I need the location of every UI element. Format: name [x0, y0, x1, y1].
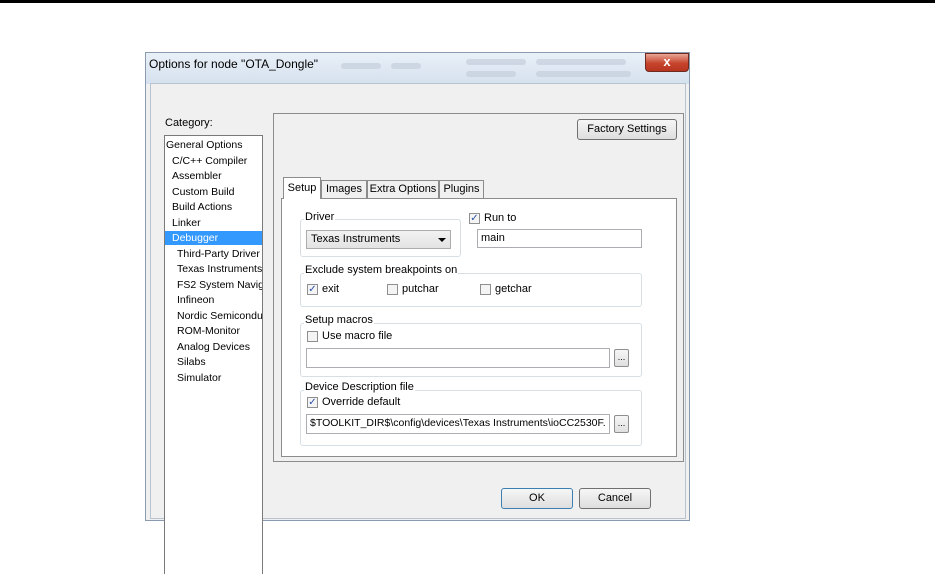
exit-checkbox[interactable]: ✓ — [307, 284, 318, 295]
device-description-group-label: Device Description file — [304, 381, 415, 393]
run-to-label: Run to — [484, 212, 517, 224]
ddf-browse-button[interactable]: ... — [614, 415, 629, 433]
override-default-checkbox[interactable]: ✓ — [307, 397, 318, 408]
background-blur — [466, 71, 516, 77]
title-bar[interactable]: Options for node "OTA_Dongle" x — [146, 53, 689, 84]
ok-button[interactable]: OK — [501, 488, 573, 509]
tab-images[interactable]: Images — [321, 180, 367, 198]
category-item-analog-devices[interactable]: Analog Devices — [177, 340, 250, 354]
category-item-fs2-system-navigator[interactable]: FS2 System Navigator — [177, 278, 262, 292]
category-item-rom-monitor[interactable]: ROM-Monitor — [177, 324, 240, 338]
category-item-c-compiler[interactable]: C/C++ Compiler — [172, 154, 247, 168]
putchar-checkbox[interactable] — [387, 284, 398, 295]
macro-file-path-field[interactable] — [306, 348, 610, 368]
device-description-path-field[interactable]: $TOOLKIT_DIR$\config\devices\Texas Instr… — [306, 414, 610, 434]
tab-setup[interactable]: Setup — [283, 177, 321, 199]
category-item-custom-build[interactable]: Custom Build — [172, 185, 234, 199]
category-item-assembler[interactable]: Assembler — [172, 169, 222, 183]
tab-plugins[interactable]: Plugins — [439, 180, 484, 198]
use-macro-file-checkbox[interactable] — [307, 331, 318, 342]
window-title: Options for node "OTA_Dongle" — [149, 57, 319, 71]
background-blur — [536, 59, 626, 65]
setup-macros-group-label: Setup macros — [304, 314, 374, 326]
use-macro-file-label: Use macro file — [322, 330, 393, 342]
cancel-button[interactable]: Cancel — [579, 488, 651, 509]
tab-extra-options[interactable]: Extra Options — [367, 180, 439, 198]
background-blur — [536, 71, 631, 77]
options-dialog: Options for node "OTA_Dongle" x Category… — [145, 52, 690, 574]
putchar-label: putchar — [402, 283, 439, 295]
setup-tab-content: Driver Texas Instruments ✓ Run to main E… — [281, 198, 677, 457]
category-item-linker[interactable]: Linker — [172, 216, 201, 230]
close-button[interactable]: x — [645, 53, 689, 72]
getchar-label: getchar — [495, 283, 532, 295]
breakpoints-group — [300, 273, 642, 307]
driver-dropdown[interactable]: Texas Instruments — [306, 230, 451, 249]
exit-label: exit — [322, 283, 340, 295]
override-default-label: Override default — [322, 396, 401, 408]
background-blur — [466, 59, 526, 65]
category-item-silabs[interactable]: Silabs — [177, 355, 206, 369]
category-item-nordic-semiconductor[interactable]: Nordic Semiconductor — [177, 309, 262, 323]
category-label: Category: — [165, 117, 213, 129]
category-item-third-party-driver[interactable]: Third-Party Driver — [177, 247, 260, 261]
run-to-field[interactable]: main — [477, 229, 642, 248]
category-item-texas-instruments[interactable]: Texas Instruments — [177, 262, 262, 276]
top-border-line — [0, 0, 935, 3]
category-item-simulator[interactable]: Simulator — [177, 371, 221, 385]
category-item-build-actions[interactable]: Build Actions — [172, 200, 232, 214]
category-item-general-options[interactable]: General Options — [166, 138, 242, 152]
driver-dropdown-value: Texas Instruments — [311, 233, 401, 245]
category-list[interactable]: General Options C/C++ Compiler Assembler… — [164, 135, 263, 574]
breakpoints-group-label: Exclude system breakpoints on — [304, 264, 459, 276]
run-to-checkbox[interactable]: ✓ — [469, 213, 480, 224]
close-icon: x — [663, 54, 671, 69]
background-blur — [341, 63, 381, 69]
driver-group-label: Driver — [304, 211, 336, 223]
category-item-infineon[interactable]: Infineon — [177, 293, 214, 307]
category-item-debugger[interactable]: Debugger — [165, 231, 262, 245]
macro-browse-button[interactable]: ... — [614, 349, 629, 367]
getchar-checkbox[interactable] — [480, 284, 491, 295]
factory-settings-button[interactable]: Factory Settings — [577, 119, 677, 140]
background-blur — [391, 63, 421, 69]
chevron-down-icon — [438, 238, 446, 242]
